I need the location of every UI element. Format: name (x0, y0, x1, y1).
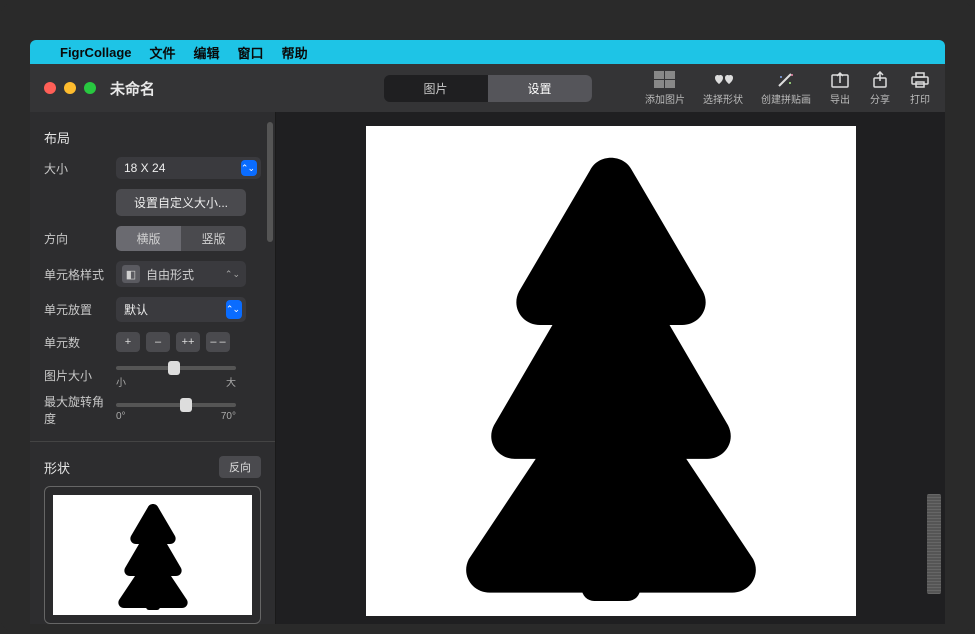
tab-pictures[interactable]: 图片 (383, 75, 487, 102)
chevron-updown-icon: ⌃⌄ (226, 304, 239, 315)
orientation-label: 方向 (44, 230, 108, 247)
pic-size-max: 大 (226, 374, 236, 389)
share-icon (869, 71, 891, 89)
toolbar: 添加图片 选择形状 创建拼贴画 (645, 71, 931, 106)
size-label: 大小 (44, 160, 108, 177)
minimize-button[interactable] (64, 82, 76, 94)
select-shape-button[interactable]: 选择形状 (703, 71, 743, 106)
rotation-max: 70° (221, 411, 236, 422)
menu-help[interactable]: 帮助 (282, 43, 308, 62)
export-icon (829, 71, 851, 89)
settings-sidebar: 布局 大小 18 X 24 ⌃⌄ 设置自定义大小... 方向 横版 竖版 (30, 112, 276, 624)
monitor-scrollbar[interactable] (927, 494, 941, 594)
size-select[interactable]: 18 X 24 ⌃⌄ (116, 157, 261, 179)
tree-shape-icon (103, 500, 203, 610)
app-name[interactable]: FigrCollage (60, 45, 132, 60)
custom-size-button[interactable]: 设置自定义大小... (116, 189, 246, 216)
orientation-portrait[interactable]: 竖版 (181, 226, 246, 251)
cell-count-minus-double[interactable]: – – (206, 332, 230, 352)
orientation-toggle: 横版 竖版 (116, 226, 246, 251)
freeform-icon: ◧ (122, 265, 140, 283)
hearts-icon (712, 71, 734, 89)
collage-canvas[interactable] (366, 126, 856, 616)
print-button[interactable]: 打印 (909, 71, 931, 106)
shape-section-title: 形状 (44, 458, 70, 477)
view-tabs: 图片 设置 (383, 75, 591, 102)
rotation-min: 0° (116, 411, 126, 422)
close-button[interactable] (44, 82, 56, 94)
chevron-updown-icon: ⌃⌄ (225, 269, 240, 280)
cell-style-label: 单元格样式 (44, 266, 108, 283)
app-window: 未命名 图片 设置 添加图片 选择形状 (30, 64, 945, 624)
placement-select[interactable]: 默认 ⌃⌄ (116, 297, 246, 322)
tab-settings[interactable]: 设置 (488, 75, 592, 102)
menu-file[interactable]: 文件 (150, 43, 176, 62)
sidebar-scrollbar[interactable] (267, 122, 273, 614)
pic-size-label: 图片大小 (44, 367, 108, 384)
create-collage-button[interactable]: 创建拼贴画 (761, 71, 811, 106)
zoom-button[interactable] (84, 82, 96, 94)
invert-button[interactable]: 反向 (219, 456, 261, 478)
cell-count-stepper: + – ++ – – (116, 332, 230, 352)
orientation-landscape[interactable]: 横版 (116, 226, 181, 251)
system-menubar: FigrCollage 文件 编辑 窗口 帮助 (30, 40, 945, 64)
printer-icon (909, 71, 931, 89)
cell-style-select[interactable]: ◧ 自由形式 ⌃⌄ (116, 261, 246, 287)
main-canvas-area (276, 112, 945, 624)
menu-edit[interactable]: 编辑 (194, 43, 220, 62)
share-button[interactable]: 分享 (869, 71, 891, 106)
cell-count-plus[interactable]: + (116, 332, 140, 352)
window-title: 未命名 (110, 78, 155, 99)
titlebar: 未命名 图片 设置 添加图片 选择形状 (30, 64, 945, 112)
photos-grid-icon (654, 71, 676, 89)
cell-count-minus[interactable]: – (146, 332, 170, 352)
shape-preview-canvas (53, 495, 252, 615)
rotation-label: 最大旋转角度 (44, 393, 108, 427)
add-pictures-button[interactable]: 添加图片 (645, 71, 685, 106)
traffic-lights (44, 82, 96, 94)
cell-count-label: 单元数 (44, 334, 108, 351)
export-button[interactable]: 导出 (829, 71, 851, 106)
menu-window[interactable]: 窗口 (238, 43, 264, 62)
shape-preview-box[interactable] (44, 486, 261, 624)
chevron-updown-icon: ⌃⌄ (241, 163, 254, 174)
divider (30, 441, 275, 442)
placement-label: 单元放置 (44, 301, 108, 318)
layout-section-title: 布局 (44, 128, 261, 147)
wand-icon (775, 71, 797, 89)
pic-size-min: 小 (116, 374, 126, 389)
pic-size-slider[interactable] (116, 366, 236, 370)
rotation-slider[interactable] (116, 403, 236, 407)
cell-count-plus-double[interactable]: ++ (176, 332, 200, 352)
tree-shape-icon (401, 141, 821, 601)
